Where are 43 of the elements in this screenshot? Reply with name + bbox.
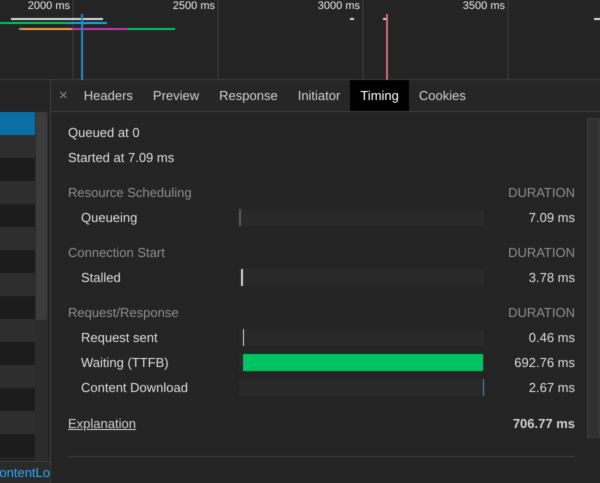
tab[interactable]: Cookies bbox=[408, 80, 476, 111]
duration-value: 2.67 ms bbox=[528, 380, 575, 395]
section-title: Connection Start bbox=[68, 244, 165, 262]
request-row[interactable] bbox=[0, 135, 35, 158]
request-row[interactable] bbox=[0, 204, 35, 227]
request-row[interactable] bbox=[0, 250, 35, 273]
time-tick-label: 2500 ms bbox=[172, 0, 216, 12]
phase-name: Content Download bbox=[80, 380, 189, 395]
request-row[interactable] bbox=[0, 296, 35, 319]
request-row[interactable] bbox=[0, 181, 35, 204]
duration-heading: DURATION bbox=[508, 244, 575, 262]
duration-value: 692.76 ms bbox=[513, 355, 575, 370]
request-row[interactable] bbox=[0, 319, 35, 342]
close-button[interactable]: × bbox=[51, 80, 74, 111]
scrollbar[interactable] bbox=[35, 112, 48, 461]
tab[interactable]: Preview bbox=[142, 80, 210, 111]
time-tick-label: 2000 ms bbox=[28, 0, 71, 12]
duration-value: 7.09 ms bbox=[528, 210, 575, 225]
duration-heading: DURATION bbox=[508, 304, 575, 322]
explanation-link[interactable]: Explanation bbox=[68, 416, 136, 431]
tab[interactable]: Headers bbox=[74, 80, 143, 111]
time-tick-label: 3500 ms bbox=[462, 0, 506, 12]
phase-name: Stalled bbox=[80, 270, 122, 285]
status-text: ontentLo bbox=[0, 465, 50, 480]
request-row[interactable] bbox=[0, 273, 35, 296]
tab[interactable]: Response bbox=[209, 80, 288, 111]
total-duration: 706.77 ms bbox=[512, 416, 575, 431]
phase-name: Waiting (TTFB) bbox=[80, 355, 170, 370]
duration-value: 0.46 ms bbox=[528, 330, 575, 345]
time-tick-label: 3000 ms bbox=[318, 0, 361, 12]
queued-text: Queued at 0 bbox=[68, 124, 141, 142]
started-text: Started at 7.09 ms bbox=[68, 149, 176, 167]
duration-value: 3.78 ms bbox=[528, 270, 575, 285]
request-row[interactable] bbox=[0, 158, 35, 181]
section-title: Resource Scheduling bbox=[68, 184, 192, 202]
phase-name: Request sent bbox=[80, 330, 159, 345]
tab[interactable]: Initiator bbox=[288, 80, 350, 111]
request-row[interactable] bbox=[0, 227, 35, 250]
tab[interactable]: Timing bbox=[350, 80, 409, 111]
phase-name: Queueing bbox=[80, 210, 138, 225]
request-row[interactable] bbox=[0, 112, 35, 135]
duration-heading: DURATION bbox=[508, 184, 575, 202]
section-title: Request/Response bbox=[68, 304, 179, 322]
